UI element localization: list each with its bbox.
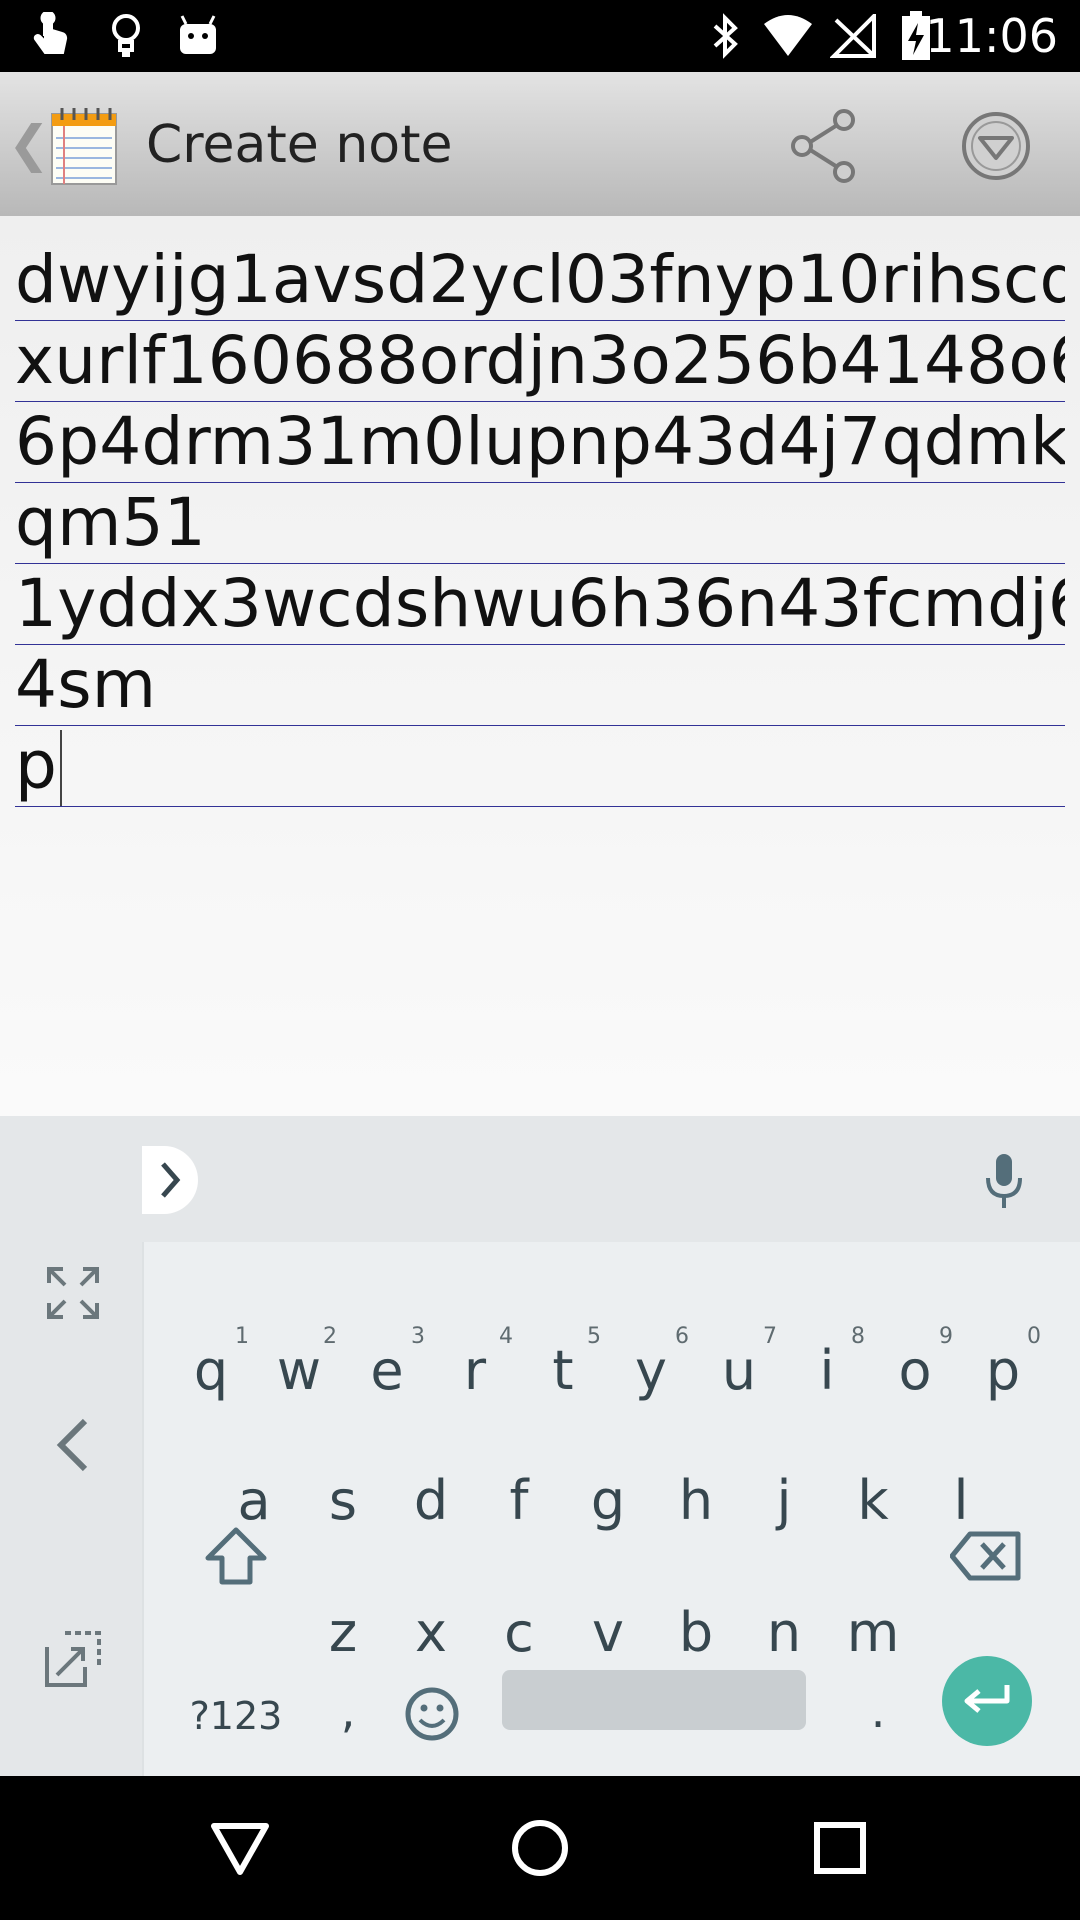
key-s[interactable]: s — [299, 1440, 387, 1560]
key-w[interactable]: w2 — [255, 1310, 343, 1430]
keyboard-side-panel — [0, 1116, 144, 1776]
soft-keyboard: q1 w2 e3 r4 t5 y6 u7 i8 o9 p0 a s d f g … — [0, 1116, 1080, 1776]
page-title: Create note — [146, 115, 453, 175]
status-bar: 11:06 — [0, 0, 1080, 72]
key-hint: 6 — [675, 1324, 689, 1349]
bluetooth-icon — [700, 10, 752, 62]
key-hint: 2 — [323, 1324, 337, 1349]
back-triangle-icon[interactable] — [190, 1798, 290, 1898]
fullscreen-expand-icon[interactable] — [38, 1258, 108, 1328]
status-time: 11:06 — [925, 9, 1058, 63]
note-line[interactable]: dwyijg1avsd2ycl03fnyp10rihscd3 — [15, 239, 1065, 321]
app-bar: ❮ Create note — [0, 72, 1080, 217]
back-arrow-icon[interactable]: ❮ — [8, 116, 50, 172]
floating-keyboard-icon[interactable] — [38, 1624, 108, 1694]
key-label: p — [985, 1338, 1021, 1402]
shift-icon[interactable] — [196, 1516, 276, 1596]
text-cursor — [60, 730, 63, 806]
current-line-text: p — [15, 727, 58, 804]
key-label: i — [819, 1338, 835, 1402]
key-e[interactable]: e3 — [343, 1310, 431, 1430]
recents-square-icon[interactable] — [790, 1798, 890, 1898]
key-hint: 3 — [411, 1324, 425, 1349]
key-hint: 0 — [1027, 1324, 1041, 1349]
note-line[interactable]: qm51 — [15, 482, 1065, 564]
symbols-key[interactable]: ?123 — [176, 1676, 296, 1756]
key-label: w — [276, 1338, 322, 1402]
key-label: q — [193, 1338, 229, 1402]
key-label: u — [721, 1338, 757, 1402]
navigation-bar — [0, 1776, 1080, 1920]
chevron-left-icon[interactable] — [38, 1410, 108, 1480]
period-key[interactable]: . — [848, 1671, 908, 1751]
key-label: e — [370, 1338, 404, 1402]
wifi-icon — [762, 10, 814, 62]
key-hint: 9 — [939, 1324, 953, 1349]
key-q[interactable]: q1 — [167, 1310, 255, 1430]
key-label: r — [463, 1338, 487, 1402]
note-line[interactable]: 6p4drm31m0lupnp43d4j7qdmk83 — [15, 401, 1065, 483]
enter-icon — [964, 1685, 1010, 1713]
key-p[interactable]: p0 — [959, 1310, 1047, 1430]
space-bar[interactable] — [502, 1670, 806, 1730]
key-h[interactable]: h — [652, 1440, 740, 1560]
suggestion-strip — [142, 1116, 1080, 1242]
key-hint: 5 — [587, 1324, 601, 1349]
android-icon — [172, 10, 224, 62]
key-label: o — [898, 1338, 932, 1402]
note-line[interactable]: 4sm — [15, 644, 1065, 726]
note-editor[interactable]: dwyijg1avsd2ycl03fnyp10rihscd3 xurlf1606… — [0, 216, 1080, 1116]
note-line[interactable]: 1yddx3wcdshwu6h36n43fcmdj65 — [15, 563, 1065, 645]
overflow-menu-icon[interactable] — [948, 100, 1044, 192]
key-d[interactable]: d — [387, 1440, 475, 1560]
key-o[interactable]: o9 — [871, 1310, 959, 1430]
key-r[interactable]: r4 — [431, 1310, 519, 1430]
key-label: y — [635, 1338, 667, 1402]
emoji-icon[interactable] — [400, 1674, 464, 1754]
lightbulb-icon — [100, 10, 152, 62]
no-signal-icon — [828, 10, 880, 62]
key-g[interactable]: g — [564, 1440, 652, 1560]
key-k[interactable]: k — [829, 1440, 917, 1560]
key-hint: 8 — [851, 1324, 865, 1349]
note-line[interactable]: xurlf160688ordjn3o256b4148o6p — [15, 320, 1065, 402]
key-y[interactable]: y6 — [607, 1310, 695, 1430]
home-circle-icon[interactable] — [490, 1798, 590, 1898]
key-u[interactable]: u7 — [695, 1310, 783, 1430]
comma-key[interactable]: , — [318, 1671, 378, 1751]
key-i[interactable]: i8 — [783, 1310, 871, 1430]
key-t[interactable]: t5 — [519, 1310, 607, 1430]
touch-icon — [26, 10, 78, 62]
key-j[interactable]: j — [740, 1440, 828, 1560]
key-hint: 4 — [499, 1324, 513, 1349]
key-label: t — [552, 1338, 574, 1402]
key-f[interactable]: f — [475, 1440, 563, 1560]
key-hint: 1 — [235, 1324, 249, 1349]
enter-key[interactable] — [942, 1656, 1032, 1746]
notepad-app-icon[interactable] — [48, 106, 120, 186]
note-line-current[interactable]: p — [15, 725, 1065, 807]
backspace-icon[interactable] — [944, 1516, 1028, 1596]
share-icon[interactable] — [776, 100, 872, 192]
key-hint: 7 — [763, 1324, 777, 1349]
microphone-icon[interactable] — [976, 1150, 1032, 1214]
